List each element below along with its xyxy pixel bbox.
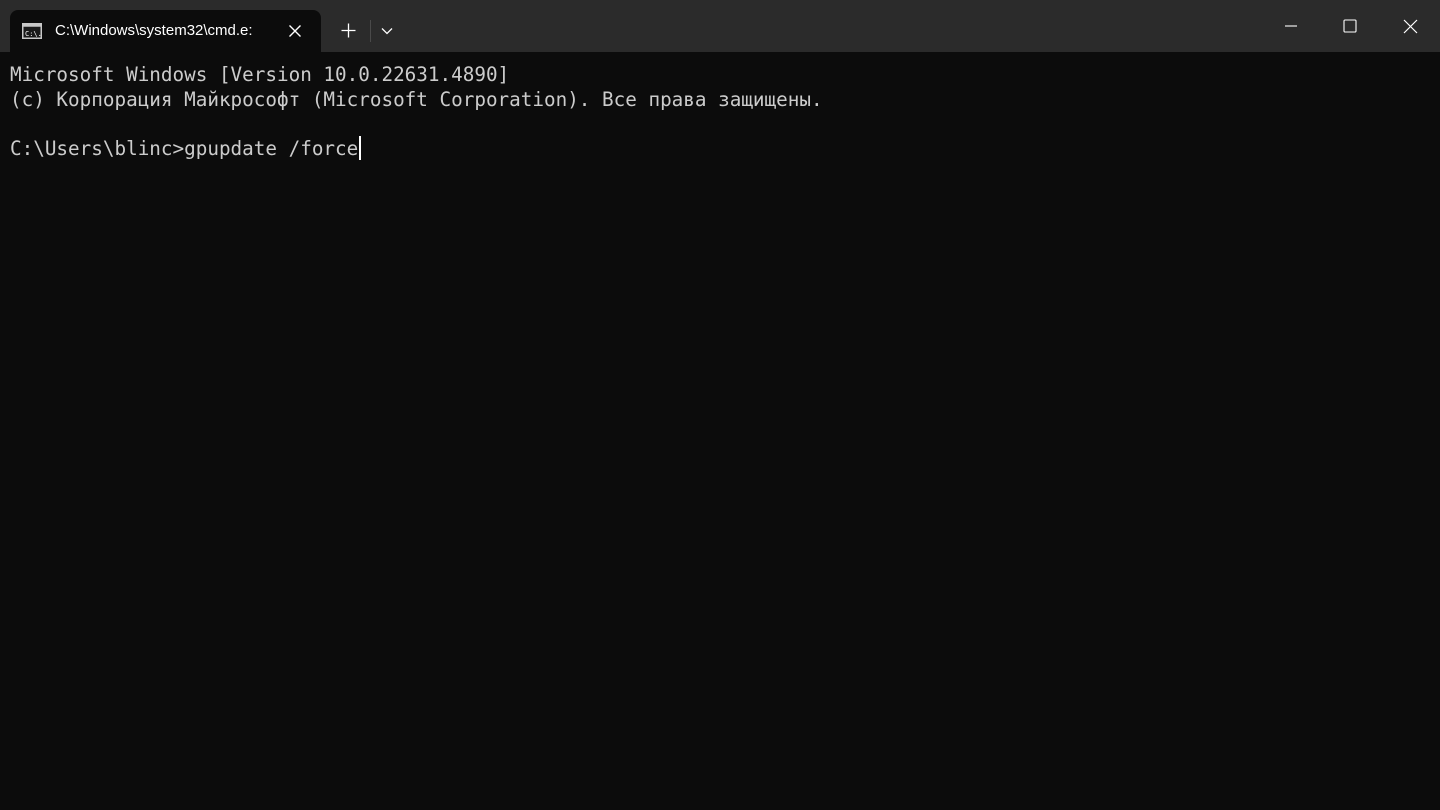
terminal-window: C:\. C:\Windows\system32\cmd.e: Microsof… (0, 0, 1440, 810)
new-tab-button[interactable] (333, 15, 363, 45)
prompt: C:\Users\blinc> (10, 137, 185, 160)
close-window-button[interactable] (1381, 0, 1439, 52)
command-input[interactable]: gpupdate /force (184, 137, 358, 160)
plus-icon (341, 23, 355, 37)
tab-dropdown-button[interactable] (374, 17, 400, 45)
title-bar: C:\. C:\Windows\system32\cmd.e: (0, 0, 1440, 52)
console-output[interactable]: Microsoft Windows [Version 10.0.22631.48… (0, 52, 1440, 810)
tab-cmd[interactable]: C:\. C:\Windows\system32\cmd.e: (10, 10, 321, 52)
titlebar-separator (370, 20, 371, 42)
console-line: Microsoft Windows [Version 10.0.22631.48… (10, 63, 510, 86)
close-icon (289, 25, 301, 37)
command-line[interactable]: C:\Users\blinc>gpupdate /force (10, 136, 1440, 161)
tab-title: C:\Windows\system32\cmd.e: (55, 22, 253, 39)
minimize-button[interactable] (1262, 0, 1320, 52)
close-icon (1403, 19, 1417, 33)
console-line: (c) Корпорация Майкрософт (Microsoft Cor… (10, 88, 823, 111)
maximize-icon (1343, 19, 1357, 33)
tab-close-button[interactable] (283, 19, 307, 43)
minimize-icon (1285, 25, 1297, 27)
chevron-down-icon (381, 28, 393, 35)
text-cursor (359, 136, 362, 160)
cmd-icon: C:\. (22, 23, 42, 39)
cmd-icon-text: C:\. (25, 30, 42, 38)
maximize-button[interactable] (1321, 0, 1379, 52)
